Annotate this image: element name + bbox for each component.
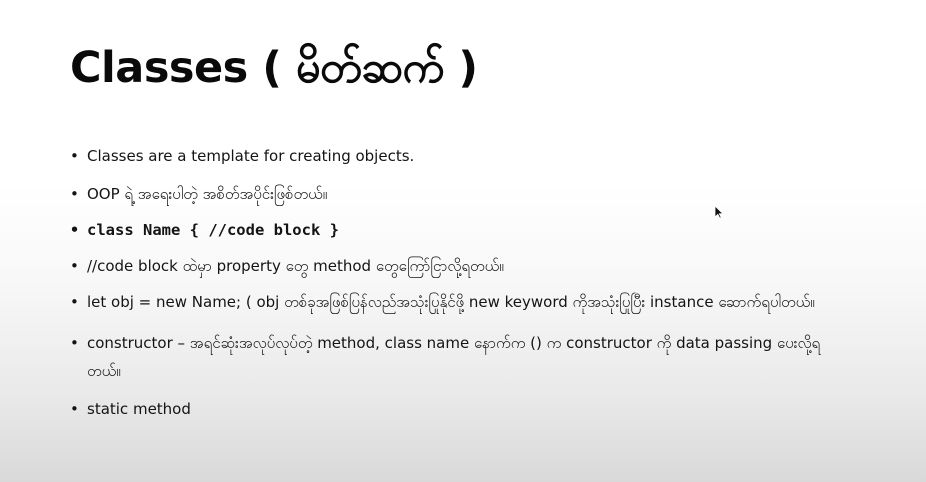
bullet-dot: • <box>70 293 79 311</box>
slide-title: Classes ( မိတ်ဆက် ) <box>70 43 478 93</box>
bullet-dot: • <box>70 400 79 418</box>
bullet-item: • constructor – အရင်ဆုံးအလုပ်လုပ်တဲ့ met… <box>70 329 850 385</box>
bullet-dot: • <box>70 147 79 165</box>
bullet-text: let obj = new Name; ( obj တစ်ခုအဖြစ်ပြန်… <box>87 293 815 311</box>
mouse-pointer-icon <box>714 205 724 219</box>
bullet-dot: • <box>70 185 79 203</box>
bullet-dot: • <box>70 257 79 275</box>
bullet-text: OOP ရဲ့ အရေးပါတဲ့ အစိတ်အပိုင်းဖြစ်တယ်။ <box>87 185 328 203</box>
bullet-dot: • <box>70 221 80 239</box>
bullet-item-code: • class Name { //code block } <box>70 216 850 244</box>
bullet-item: • OOP ရဲ့ အရေးပါတဲ့ အစိတ်အပိုင်းဖြစ်တယ်။ <box>70 180 850 208</box>
bullet-text: //code block ထဲမှာ property တွေ method တ… <box>87 257 504 275</box>
bullet-item: • //code block ထဲမှာ property တွေ method… <box>70 252 850 280</box>
bullet-item: • static method <box>70 395 850 423</box>
presentation-slide: Classes ( မိတ်ဆက် ) • Classes are a temp… <box>0 0 926 482</box>
code-text: class Name { //code block } <box>87 221 339 239</box>
bullet-text: Classes are a template for creating obje… <box>87 147 415 165</box>
bullet-text: static method <box>87 400 191 418</box>
bullet-item: • let obj = new Name; ( obj တစ်ခုအဖြစ်ပြ… <box>70 288 850 316</box>
bullet-list: • Classes are a template for creating ob… <box>70 142 850 423</box>
bullet-item: • Classes are a template for creating ob… <box>70 142 850 170</box>
bullet-text: constructor – အရင်ဆုံးအလုပ်လုပ်တဲ့ metho… <box>87 334 821 380</box>
bullet-dot: • <box>70 334 79 352</box>
